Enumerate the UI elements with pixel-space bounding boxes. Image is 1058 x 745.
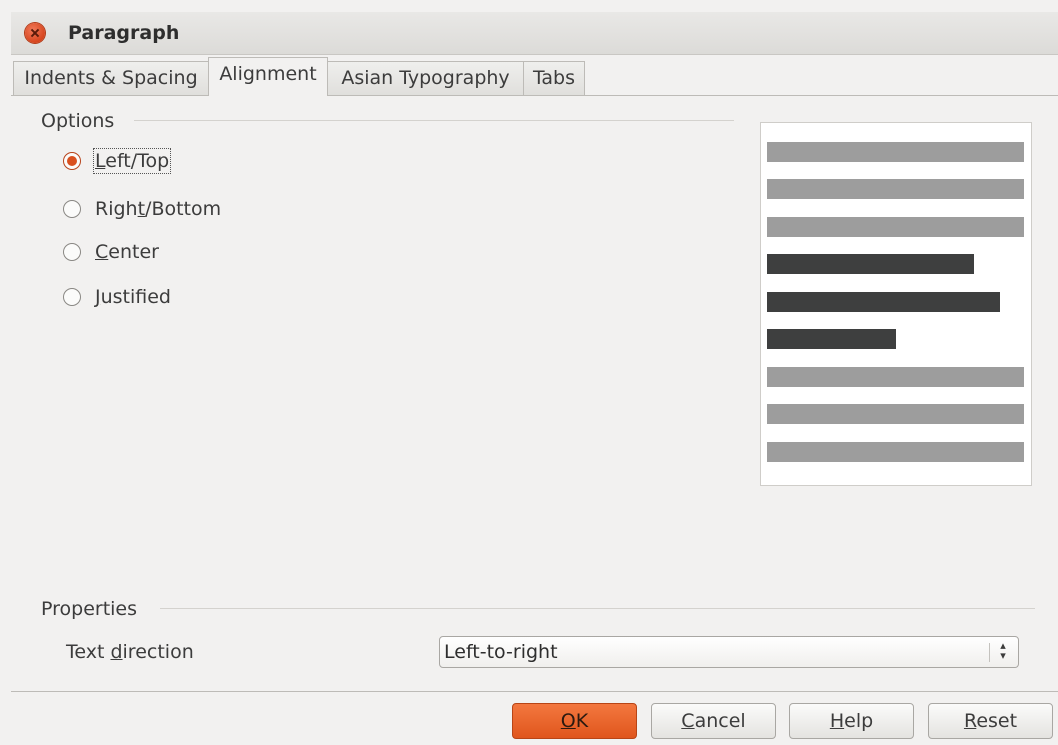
preview-line: [767, 292, 1000, 312]
up-down-arrows-icon[interactable]: ▴ ▾: [996, 640, 1010, 663]
radio-label-justified: Justified: [95, 286, 171, 308]
dialog-title: Paragraph: [68, 22, 180, 44]
preview-line: [767, 367, 1024, 387]
preview-line: [767, 442, 1024, 462]
properties-section-label: Properties: [41, 598, 138, 620]
properties-divider: [160, 608, 1035, 609]
title-bar: Paragraph: [11, 12, 1058, 55]
paragraph-dialog: Paragraph Indents & Spacing Alignment As…: [0, 0, 1058, 745]
preview-line: [767, 217, 1024, 237]
select-divider: [989, 643, 990, 662]
options-section-label: Options: [41, 110, 115, 132]
radio-button-checked[interactable]: [63, 152, 81, 170]
radio-button[interactable]: [63, 200, 81, 218]
tab-asian-typography[interactable]: Asian Typography: [327, 61, 524, 95]
text-direction-select[interactable]: Left-to-right ▴ ▾: [439, 636, 1019, 668]
tab-alignment[interactable]: Alignment: [208, 57, 328, 96]
ok-button[interactable]: OK: [512, 703, 637, 739]
preview-line: [767, 329, 896, 349]
preview-line: [767, 179, 1024, 199]
close-icon[interactable]: [25, 23, 45, 43]
cancel-button[interactable]: Cancel: [651, 703, 776, 739]
tab-strip: Indents & Spacing Alignment Asian Typogr…: [11, 54, 1058, 96]
text-direction-label: Text direction: [66, 641, 194, 663]
alignment-preview: [760, 122, 1032, 486]
tab-indents-spacing[interactable]: Indents & Spacing: [13, 61, 209, 95]
options-divider: [134, 120, 734, 121]
radio-button[interactable]: [63, 243, 81, 261]
text-direction-value: Left-to-right: [444, 641, 558, 663]
preview-line: [767, 142, 1024, 162]
help-button[interactable]: Help: [789, 703, 914, 739]
radio-label-center: Center: [95, 241, 159, 263]
preview-line: [767, 254, 974, 274]
radio-justified[interactable]: Justified: [63, 282, 171, 312]
radio-center[interactable]: Center: [63, 237, 159, 267]
radio-label-left-top: Left/Top: [92, 148, 172, 174]
reset-button[interactable]: Reset: [928, 703, 1053, 739]
radio-button[interactable]: [63, 288, 81, 306]
tab-tabs[interactable]: Tabs: [523, 61, 585, 95]
radio-left-top[interactable]: Left/Top: [63, 146, 172, 176]
preview-line: [767, 404, 1024, 424]
radio-right-bottom[interactable]: Right/Bottom: [63, 194, 221, 224]
radio-label-right-bottom: Right/Bottom: [95, 198, 222, 220]
